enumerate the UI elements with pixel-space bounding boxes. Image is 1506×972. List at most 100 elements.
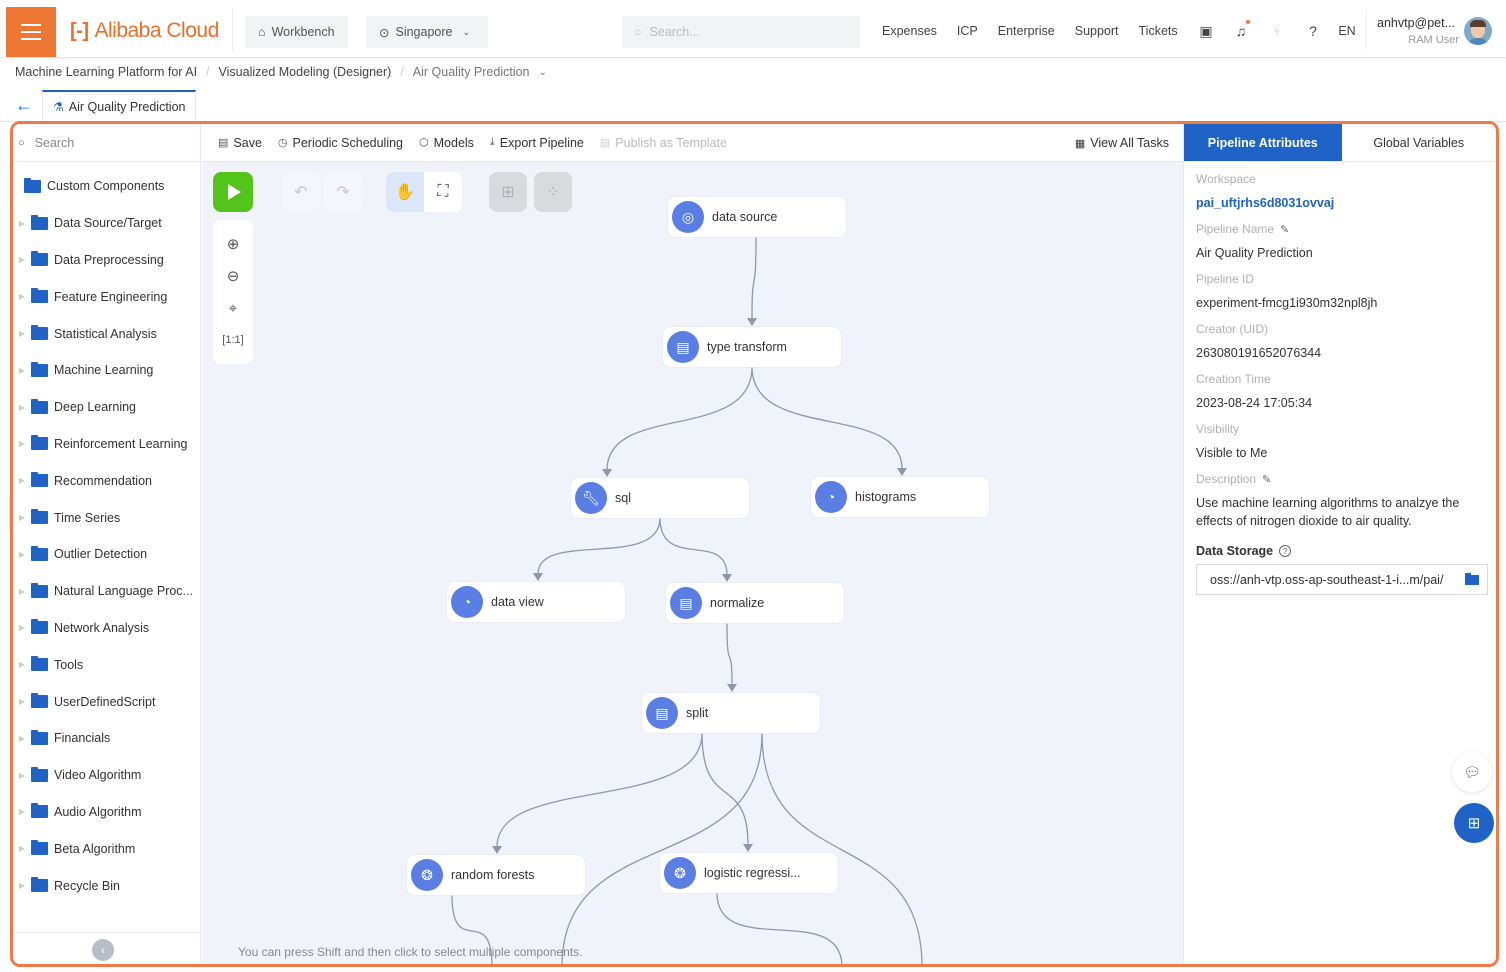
actual-size-icon[interactable]: [1:1] <box>213 324 253 356</box>
caret-right-icon[interactable]: ▶ <box>13 439 31 448</box>
global-search-input[interactable] <box>649 25 830 39</box>
chevron-down-icon[interactable]: ⌄ <box>539 67 547 78</box>
caret-right-icon[interactable]: ▶ <box>13 881 31 890</box>
zoom-in-icon[interactable]: ⊕ <box>213 228 253 260</box>
undo-button[interactable]: ↶ <box>282 172 320 212</box>
caret-right-icon[interactable]: ▶ <box>13 771 31 780</box>
avatar[interactable] <box>1464 17 1492 45</box>
language-switch[interactable]: EN <box>1338 22 1356 40</box>
caret-right-icon[interactable]: ▶ <box>13 550 31 559</box>
link-icp[interactable]: ICP <box>957 24 978 38</box>
caret-right-icon[interactable]: ▶ <box>13 734 31 743</box>
caret-right-icon[interactable]: ▶ <box>13 476 31 485</box>
breadcrumb-current[interactable]: Air Quality Prediction <box>413 65 530 79</box>
pipeline-node-split[interactable]: ▤ split <box>642 693 820 733</box>
edit-icon[interactable]: ✎ <box>1280 223 1289 236</box>
caret-right-icon[interactable]: ▶ <box>13 329 31 338</box>
tree-item-folder[interactable]: ▶ Beta Algorithm <box>13 830 200 867</box>
region-selector[interactable]: ⊙ Singapore ⌄ <box>366 16 488 48</box>
feedback-button[interactable]: 💬︎ <box>1452 752 1492 792</box>
breadcrumb-item[interactable]: Visualized Modeling (Designer) <box>219 65 392 79</box>
link-tickets[interactable]: Tickets <box>1139 24 1178 38</box>
help-icon[interactable]: ? <box>1279 545 1292 557</box>
breadcrumb-item[interactable]: Machine Learning Platform for AI <box>15 65 197 79</box>
caret-right-icon[interactable]: ▶ <box>13 513 31 522</box>
component-search[interactable]: ○ <box>13 124 200 162</box>
caret-right-icon[interactable]: ▶ <box>13 255 31 264</box>
tab-pipeline-attributes[interactable]: Pipeline Attributes <box>1184 124 1342 161</box>
pipeline-node-tt[interactable]: ▤ type transform <box>663 327 841 367</box>
link-support[interactable]: Support <box>1075 24 1119 38</box>
workbench-button[interactable]: ⌂ Workbench <box>245 16 348 48</box>
scatter-view-button[interactable]: ⁘ <box>534 172 572 212</box>
brand-logo[interactable]: [-] Alibaba Cloud <box>70 19 219 43</box>
caret-right-icon[interactable]: ▶ <box>13 697 31 706</box>
back-arrow-icon[interactable]: ← <box>15 96 33 114</box>
tree-item-folder[interactable]: ▶ Data Source/Target <box>13 205 200 242</box>
layout-button[interactable]: ⊞ <box>489 172 527 212</box>
view-all-tasks-button[interactable]: ▦ View All Tasks <box>1075 136 1169 150</box>
tree-item-folder[interactable]: ▶ Recycle Bin <box>13 867 200 904</box>
component-search-input[interactable] <box>34 135 185 150</box>
pipeline-canvas[interactable]: ↶ ↷ ✋ ⛶ ⊞ ⁘ ⊕ ⊖ ⌖ [1:1] ◎ data source ▤ typ… <box>202 162 1183 964</box>
bell-icon[interactable]: ♫ <box>1232 20 1250 40</box>
tree-item-folder[interactable]: ▶ Video Algorithm <box>13 757 200 794</box>
tree-item-folder[interactable]: ▶ Tools <box>13 646 200 683</box>
tree-item-folder[interactable]: ▶ Time Series <box>13 499 200 536</box>
tree-item-folder[interactable]: ▶ Statistical Analysis <box>13 315 200 352</box>
pipeline-node-dv[interactable]: ◔ data view <box>447 582 625 622</box>
collapse-panel-button[interactable]: ‹ <box>92 939 114 961</box>
edit-icon[interactable]: ✎ <box>1262 473 1271 486</box>
link-enterprise[interactable]: Enterprise <box>998 24 1055 38</box>
tree-item-folder[interactable]: ▶ Audio Algorithm <box>13 794 200 831</box>
redo-button[interactable]: ↷ <box>324 172 362 212</box>
pipeline-node-lr[interactable]: ❂ logistic regressi... <box>660 853 838 893</box>
caret-right-icon[interactable]: ▶ <box>13 660 31 669</box>
user-menu[interactable]: anhvtp@pet... RAM User <box>1366 10 1459 50</box>
run-button[interactable] <box>213 172 253 212</box>
caret-right-icon[interactable]: ▶ <box>13 403 31 412</box>
tree-item-folder[interactable]: ▶ Feature Engineering <box>13 278 200 315</box>
caret-right-icon[interactable]: ▶ <box>13 844 31 853</box>
pan-mode-button[interactable]: ✋ <box>386 172 424 212</box>
box-select-button[interactable]: ⛶ <box>424 172 462 212</box>
tree-item-folder[interactable]: ▶ Machine Learning <box>13 352 200 389</box>
save-button[interactable]: ▤ Save <box>218 136 262 150</box>
tab-global-variables[interactable]: Global Variables <box>1342 124 1497 161</box>
export-pipeline-button[interactable]: ⤓ Export Pipeline <box>490 136 584 150</box>
pipeline-node-hist[interactable]: ◔ histograms <box>811 477 989 517</box>
caret-right-icon[interactable]: ▶ <box>13 292 31 301</box>
tree-item-folder[interactable]: ▶ Deep Learning <box>13 389 200 426</box>
tree-item-folder[interactable]: ▶ Natural Language Proc... <box>13 573 200 610</box>
tree-item-folder[interactable]: ▶ Network Analysis <box>13 610 200 647</box>
global-search[interactable]: ○ <box>622 16 860 48</box>
link-expenses[interactable]: Expenses <box>882 24 937 38</box>
caret-right-icon[interactable]: ▶ <box>13 587 31 596</box>
pipeline-node-norm[interactable]: ▤ normalize <box>666 583 844 623</box>
caret-right-icon[interactable]: ▶ <box>13 366 31 375</box>
pipeline-node-rf[interactable]: ❂ random forests <box>407 855 585 895</box>
caret-right-icon[interactable]: ▶ <box>13 807 31 816</box>
terminal-icon[interactable]: ▣ <box>1197 22 1215 40</box>
tree-item-folder[interactable]: ▶ Outlier Detection <box>13 536 200 573</box>
help-icon[interactable]: ? <box>1304 22 1322 40</box>
caret-right-icon[interactable]: ▶ <box>13 623 31 632</box>
tree-item-folder[interactable]: ▶ Recommendation <box>13 462 200 499</box>
tab-air-quality-prediction[interactable]: ⚗ Air Quality Prediction <box>42 90 197 122</box>
data-storage-field[interactable]: oss://anh-vtp.oss-ap-southeast-1-i...m/p… <box>1196 564 1488 595</box>
caret-right-icon[interactable]: ▶ <box>13 219 31 228</box>
lightbulb-icon[interactable]: ♀ <box>1268 22 1286 40</box>
zoom-out-icon[interactable]: ⊖ <box>213 260 253 292</box>
periodic-scheduling-button[interactable]: ◷ Periodic Scheduling <box>278 136 403 150</box>
tree-item-folder[interactable]: ▶ Reinforcement Learning <box>13 426 200 463</box>
folder-icon[interactable] <box>1465 572 1479 585</box>
tree-item-folder[interactable]: ▶ Financials <box>13 720 200 757</box>
tree-item-folder[interactable]: ▶ Data Preprocessing <box>13 242 200 279</box>
publish-template-button[interactable]: ▤ Publish as Template <box>600 136 727 150</box>
pipeline-node-sql[interactable]: 🔧︎ sql <box>571 478 749 518</box>
pipeline-node-ds[interactable]: ◎ data source <box>668 197 846 237</box>
models-button[interactable]: ⬡ Models <box>419 136 474 150</box>
tree-item-folder[interactable]: ▶ UserDefinedScript <box>13 683 200 720</box>
fit-view-icon[interactable]: ⌖ <box>213 292 253 324</box>
tree-item-custom-components[interactable]: Custom Components <box>13 168 200 205</box>
